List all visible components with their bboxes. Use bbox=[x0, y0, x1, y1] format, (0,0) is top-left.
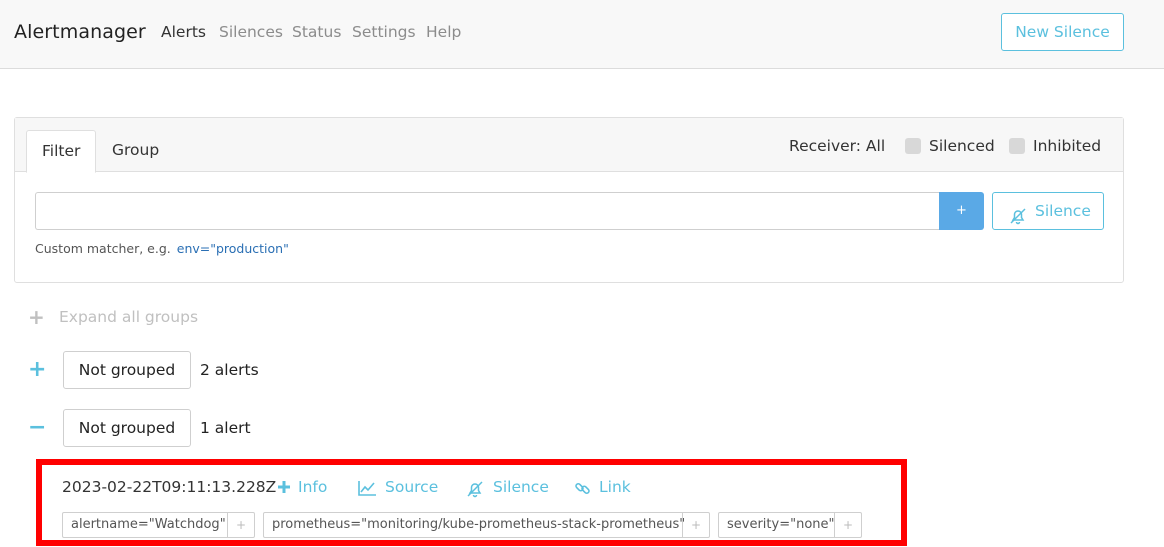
filter-card: Filter Group Receiver: All Silenced Inhi… bbox=[14, 117, 1124, 283]
chart-line-icon bbox=[358, 481, 376, 496]
inhibited-label: Inhibited bbox=[1033, 137, 1102, 155]
tab-group[interactable]: Group bbox=[97, 130, 174, 172]
brand-title[interactable]: Alertmanager bbox=[14, 21, 146, 43]
label-chip-add-button[interactable]: + bbox=[227, 513, 254, 537]
filter-card-header: Filter Group Receiver: All Silenced Inhi… bbox=[15, 118, 1123, 173]
alert-item: 2023-02-22T09:11:13.228Z Info Source Sil… bbox=[36, 459, 907, 546]
nav-link-silences[interactable]: Silences bbox=[219, 23, 283, 41]
alert-timestamp: 2023-02-22T09:11:13.228Z bbox=[62, 478, 277, 496]
group-alert-count: 1 alert bbox=[200, 419, 251, 437]
silenced-label: Silenced bbox=[929, 137, 995, 155]
group-expand-toggle[interactable]: + bbox=[28, 359, 46, 381]
nav-link-settings[interactable]: Settings bbox=[352, 23, 416, 41]
label-chip-alertname[interactable]: alertname="Watchdog" + bbox=[62, 512, 255, 538]
silence-filter-button[interactable]: Silence bbox=[992, 192, 1104, 230]
group-badge[interactable]: Not grouped bbox=[63, 351, 191, 389]
silence-filter-label: Silence bbox=[1035, 202, 1091, 220]
link-icon bbox=[575, 482, 590, 495]
new-silence-button[interactable]: New Silence bbox=[1001, 13, 1124, 51]
group-badge[interactable]: Not grouped bbox=[63, 409, 191, 447]
plus-icon bbox=[278, 481, 290, 493]
label-chip-text: severity="none" bbox=[727, 517, 835, 532]
expand-all-label: Expand all groups bbox=[59, 308, 199, 326]
group-collapse-toggle[interactable]: − bbox=[28, 417, 46, 439]
nav-link-alerts[interactable]: Alerts bbox=[161, 23, 206, 41]
inhibited-checkbox-box[interactable] bbox=[1009, 138, 1025, 154]
label-chip-text: alertname="Watchdog" bbox=[71, 517, 226, 532]
filter-input[interactable] bbox=[35, 192, 940, 230]
add-filter-button[interactable]: + bbox=[939, 192, 984, 230]
label-chip-severity[interactable]: severity="none" + bbox=[718, 512, 862, 538]
nav-link-help[interactable]: Help bbox=[426, 23, 461, 41]
label-chip-text: prometheus="monitoring/kube-prometheus-s… bbox=[272, 517, 686, 532]
matcher-hint: Custom matcher, e.g. env="production" bbox=[35, 241, 289, 256]
tab-filter[interactable]: Filter bbox=[26, 130, 97, 173]
alert-info-label: Info bbox=[298, 478, 328, 496]
matcher-hint-text: Custom matcher, e.g. bbox=[35, 241, 171, 256]
alert-silence-label: Silence bbox=[493, 478, 549, 496]
nav-link-status[interactable]: Status bbox=[292, 23, 341, 41]
bell-slash-icon bbox=[467, 481, 483, 498]
alert-source-label: Source bbox=[385, 478, 439, 496]
silenced-checkbox-box[interactable] bbox=[905, 138, 921, 154]
label-chip-add-button[interactable]: + bbox=[834, 513, 861, 537]
label-chip-add-button[interactable]: + bbox=[682, 513, 709, 537]
navbar: Alertmanager Alerts Silences Status Sett… bbox=[0, 0, 1164, 69]
group-alert-count: 2 alerts bbox=[200, 361, 259, 379]
receiver-selector[interactable]: Receiver: All bbox=[789, 137, 885, 155]
bell-slash-icon bbox=[1009, 202, 1027, 238]
plus-icon: + bbox=[28, 305, 45, 329]
alert-link-label: Link bbox=[599, 478, 631, 496]
label-chip-prometheus[interactable]: prometheus="monitoring/kube-prometheus-s… bbox=[263, 512, 710, 538]
matcher-hint-example[interactable]: env="production" bbox=[177, 241, 289, 256]
